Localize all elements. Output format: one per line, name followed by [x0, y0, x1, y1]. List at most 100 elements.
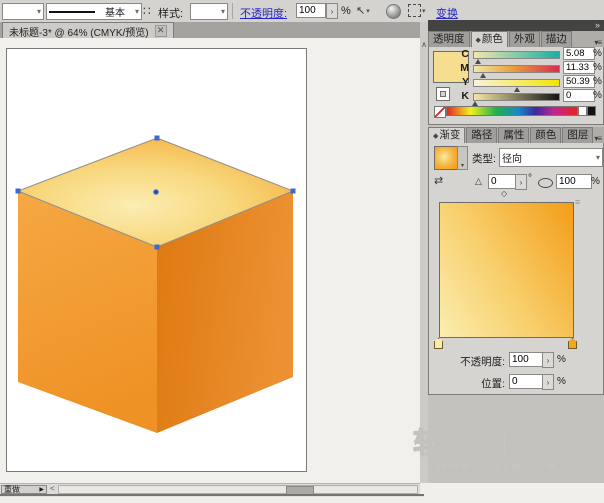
slider-y[interactable]	[473, 79, 560, 87]
value-c-input[interactable]	[563, 47, 595, 60]
bottom-strip-line	[0, 494, 424, 497]
stop-opacity-unit: %	[557, 354, 566, 365]
panel-grip-icon: ≡	[575, 197, 580, 207]
stop-location-input[interactable]	[509, 374, 543, 389]
anchor-point-bottom[interactable]	[155, 245, 160, 250]
tab-transparency[interactable]: 透明度	[428, 31, 470, 47]
opacity-spinner[interactable]: ›	[326, 3, 338, 19]
gradient-panel-tabs: ◆渐变 路径 属性 颜色 图层 ▾≡	[428, 127, 604, 144]
style-label: 样式:	[158, 5, 183, 21]
gradient-center-dot	[155, 191, 157, 193]
panel-menu-icon[interactable]: ▾≡	[594, 38, 604, 47]
angle-spinner[interactable]: ›	[515, 174, 527, 190]
slider-m[interactable]	[473, 65, 560, 73]
close-icon[interactable]: ✕	[155, 25, 167, 37]
stroke-swatch-hole	[440, 91, 446, 97]
value-k-input[interactable]	[563, 89, 595, 102]
reverse-gradient-icon[interactable]: ⇄	[434, 174, 443, 187]
aspect-input[interactable]	[556, 174, 592, 189]
tab-appearance[interactable]: 外观	[509, 31, 540, 47]
tab-attributes[interactable]: 属性	[498, 127, 529, 143]
style-select[interactable]: ▾	[190, 3, 228, 20]
slider-k[interactable]	[473, 93, 560, 101]
gradient-midpoint-icon[interactable]: ◇	[501, 189, 507, 198]
stroke-profile-select[interactable]: ▾	[2, 3, 44, 20]
gradient-stop-left[interactable]	[434, 338, 443, 349]
document-tab[interactable]: 未标题-3* @ 64% (CMYK/预览) ✕	[2, 22, 174, 39]
stop-location-label: 位置:	[429, 376, 505, 391]
anchor-point-left[interactable]	[16, 189, 21, 194]
color-spectrum-bar[interactable]	[446, 106, 578, 116]
collapse-to-icons-icon[interactable]: »	[595, 20, 600, 30]
white-swatch[interactable]	[578, 106, 587, 116]
horizontal-scrollbar[interactable]	[58, 485, 418, 494]
brush-label: 基本	[105, 4, 125, 19]
tab-color-2[interactable]: 颜色	[530, 127, 561, 143]
aspect-unit: %	[591, 176, 600, 187]
stop-location-spinner[interactable]: ›	[542, 374, 554, 390]
type-label: 类型:	[472, 151, 496, 166]
angle-input[interactable]	[488, 174, 516, 189]
recolor-sphere-icon	[386, 4, 401, 19]
collapse-up-icon[interactable]: ∧	[420, 40, 428, 49]
opacity-input[interactable]	[296, 3, 326, 18]
opacity-link[interactable]: 不透明度:	[240, 5, 287, 21]
dock-header: »	[428, 20, 604, 31]
slider-m-thumb[interactable]	[480, 70, 486, 78]
artwork-svg	[0, 38, 420, 483]
none-swatch[interactable]	[434, 106, 446, 118]
opacity-unit: %	[341, 5, 351, 17]
align-button[interactable]: ▾	[408, 4, 426, 17]
chevron-down-icon: ▾	[221, 7, 225, 16]
select-similar-button[interactable]: ↖ ▾	[356, 4, 370, 17]
anchor-point-right[interactable]	[291, 189, 296, 194]
chevron-down-icon: ▾	[461, 162, 464, 169]
slider-y-thumb[interactable]	[514, 84, 520, 92]
slider-k-thumb[interactable]	[472, 98, 478, 106]
gradient-slider-bar[interactable]	[439, 202, 574, 338]
brush-definition-select[interactable]: 基本 ▾	[46, 3, 142, 20]
anchor-point-top[interactable]	[155, 136, 160, 141]
status-display[interactable]: 重做 ▶	[1, 485, 47, 494]
dock-gutter: ∧	[420, 22, 428, 483]
status-bar: 重做 ▶ <	[0, 483, 604, 494]
slider-c-thumb[interactable]	[475, 56, 481, 64]
panel-dock: » 透明度 ◆颜色 外观 描边 ▾≡ C % M %	[428, 20, 604, 483]
black-swatch[interactable]	[587, 106, 596, 116]
tab-layers[interactable]: 图层	[562, 127, 593, 143]
gradient-swatch-menu[interactable]: ▾	[457, 146, 468, 170]
stop-opacity-label: 不透明度:	[429, 354, 505, 369]
canvas-area[interactable]	[0, 38, 420, 483]
tab-stroke[interactable]: 描边	[541, 31, 572, 47]
gradient-stop-right[interactable]	[568, 338, 577, 349]
stop-opacity-input[interactable]	[509, 352, 543, 367]
panel-menu-icon[interactable]: ▾≡	[594, 134, 604, 143]
recolor-artwork-button[interactable]	[386, 4, 401, 19]
angle-icon: △	[475, 176, 482, 187]
tab-pathfinder[interactable]: 路径	[466, 127, 497, 143]
stroke-swatch[interactable]	[436, 87, 450, 101]
scroll-left-icon[interactable]: <	[50, 484, 55, 493]
tab-focus-marker: ◆	[476, 37, 481, 44]
proportions-icon[interactable]: ∷	[143, 4, 151, 18]
illustrator-window: ▾ 基本 ▾ ∷ 样式: ▾ 不透明度: › % ↖ ▾ ▾ 变换	[0, 0, 604, 503]
bottom-strip	[0, 494, 604, 503]
gradient-type-select[interactable]: 径向 ▾	[499, 148, 603, 167]
flyout-icon[interactable]: ▶	[39, 486, 44, 493]
tab-color[interactable]: ◆颜色	[471, 31, 508, 47]
angle-unit: °	[528, 173, 532, 184]
tab-gradient[interactable]: ◆渐变	[428, 127, 465, 143]
value-y-input[interactable]	[563, 75, 595, 88]
unit-k: %	[593, 90, 602, 101]
chevron-down-icon: ▾	[366, 7, 370, 15]
stop-opacity-spinner[interactable]: ›	[542, 352, 554, 368]
transform-link[interactable]: 变换	[436, 5, 458, 21]
document-tab-bar: 未标题-3* @ 64% (CMYK/预览) ✕	[0, 22, 420, 38]
cursor-icon: ↖	[356, 4, 365, 17]
chevron-down-icon: ▾	[37, 7, 41, 16]
color-panel-tabs: 透明度 ◆颜色 外观 描边 ▾≡	[428, 31, 604, 48]
value-m-input[interactable]	[563, 61, 595, 74]
unit-c: %	[593, 48, 602, 59]
slider-c[interactable]	[473, 51, 560, 59]
gradient-swatch-thumbnail[interactable]	[434, 146, 458, 170]
